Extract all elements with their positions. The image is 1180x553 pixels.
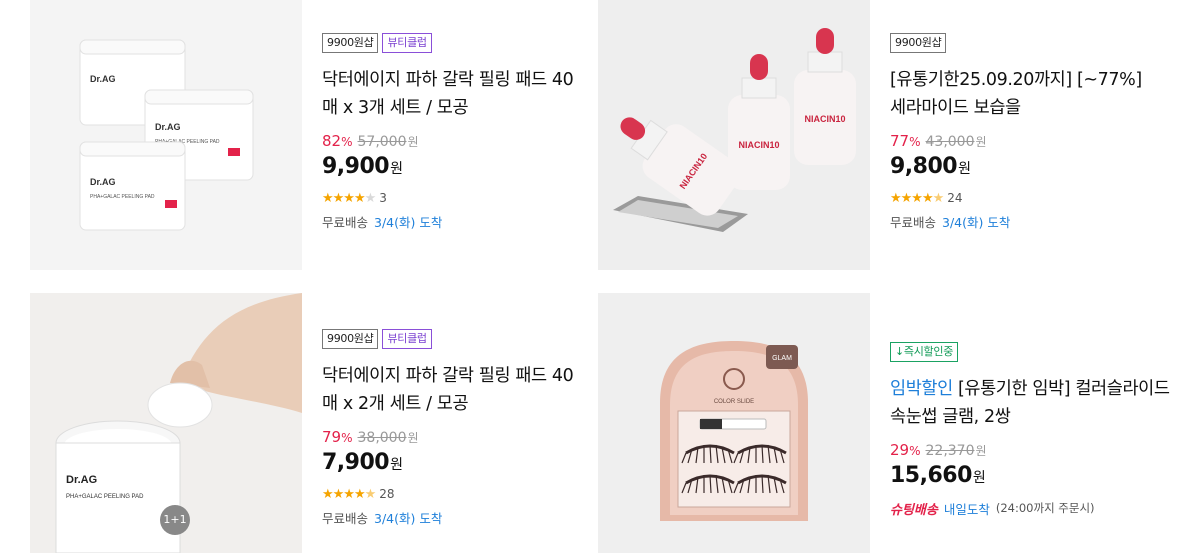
order-cutoff-note: (24:00까지 주문시) (995, 501, 1095, 515)
arrival-date: 3/4(화) 도착 (374, 510, 443, 526)
rating-row: ★★★★★ 3 (322, 190, 582, 206)
discount-row: 77% 43,000 원 (890, 132, 1150, 150)
badge-row: 9900원샵 뷰티클럽 (322, 32, 582, 54)
discount-percent: 77% (890, 132, 921, 150)
original-price-unit: 원 (407, 431, 419, 445)
arrival-date: 내일도착 (943, 501, 990, 517)
svg-text:COLOR SLIDE: COLOR SLIDE (714, 399, 754, 405)
svg-text:PHA+GALAC PEELING PAD: PHA+GALAC PEELING PAD (90, 194, 155, 200)
badge-row: ↓즉시할인중 (890, 341, 1170, 363)
arrival-date: 3/4(화) 도착 (942, 214, 1011, 230)
review-count: 24 (947, 191, 963, 205)
badge-instant-discount[interactable]: ↓즉시할인중 (890, 342, 959, 362)
rocket-delivery-icon: 슈팅배송 (890, 502, 938, 518)
svg-text:PHA+GALAC PEELING PAD: PHA+GALAC PEELING PAD (66, 494, 144, 500)
review-count: 3 (379, 191, 387, 205)
bundle-overlay-badge: 1+1 (160, 505, 190, 535)
original-price: 43,000 (925, 134, 975, 150)
original-price-unit: 원 (975, 135, 987, 149)
discount-percent: 79% (322, 428, 353, 446)
original-price: 38,000 (357, 430, 407, 446)
svg-text:Dr.AG: Dr.AG (155, 122, 181, 132)
rating-row: ★★★★★ 28 (322, 486, 582, 502)
svg-text:NIACIN10: NIACIN10 (804, 114, 845, 124)
product-title[interactable]: 닥터에이지 파하 갈락 필링 패드 40매 x 2개 세트 / 모공 (322, 362, 582, 418)
badge-beauty-club[interactable]: 뷰티클럽 (382, 329, 432, 349)
discount-row: 79% 38,000 원 (322, 428, 582, 446)
sale-price: 9,900원 (322, 154, 403, 179)
badge-9900-shop[interactable]: 9900원샵 (322, 33, 379, 53)
star-rating-icon: ★★★★★ (322, 486, 376, 502)
product-title[interactable]: 임박할인 [유통기한 임박] 컬러슬라이드 속눈썹 글램, 2쌍 (890, 375, 1170, 431)
sale-price: 7,900원 (322, 450, 403, 475)
product-title[interactable]: 닥터에이지 파하 갈락 필링 패드 40매 x 3개 세트 / 모공 (322, 66, 582, 122)
svg-text:NIACIN10: NIACIN10 (738, 140, 779, 150)
shipping-row: 슈팅배송 내일도착 (24:00까지 주문시) (890, 499, 1170, 518)
svg-text:Dr.AG: Dr.AG (90, 177, 116, 187)
product-info: 9900원샵 뷰티클럽 닥터에이지 파하 갈락 필링 패드 40매 x 2개 세… (322, 328, 582, 526)
discount-row: 29% 22,370 원 (890, 441, 1170, 459)
star-rating-icon: ★★★★★ (322, 190, 376, 206)
product-info: 9900원샵 뷰티클럽 닥터에이지 파하 갈락 필링 패드 40매 x 3개 세… (322, 32, 582, 230)
discount-percent: 29% (890, 441, 921, 459)
badge-9900-shop[interactable]: 9900원샵 (322, 329, 379, 349)
discount-percent: 82% (322, 132, 353, 150)
rating-row: ★★★★★ 24 (890, 190, 1150, 206)
original-price-unit: 원 (975, 444, 987, 458)
badge-beauty-club[interactable]: 뷰티클럽 (382, 33, 432, 53)
original-price: 22,370 (925, 443, 975, 459)
product-image[interactable]: Dr.AG PHA+GALAC PEELING PAD 1+1 (30, 293, 302, 553)
sale-price: 9,800원 (890, 154, 971, 179)
original-price-unit: 원 (407, 135, 419, 149)
product-image[interactable]: COLOR SLIDE GLAM (598, 293, 870, 553)
shipping-label: 무료배송 (322, 214, 369, 230)
product-title[interactable]: [유통기한25.09.20까지] [~77%] 세라마이드 보습을 (890, 66, 1150, 122)
star-rating-icon: ★★★★★ (890, 190, 944, 206)
product-info: ↓즉시할인중 임박할인 [유통기한 임박] 컬러슬라이드 속눈썹 글램, 2쌍 … (890, 341, 1170, 518)
review-count: 28 (379, 487, 395, 501)
svg-text:Dr.AG: Dr.AG (90, 74, 116, 84)
shipping-label: 무료배송 (322, 510, 369, 526)
shipping-label: 무료배송 (890, 214, 937, 230)
original-price: 57,000 (357, 134, 407, 150)
svg-text:GLAM: GLAM (772, 355, 792, 362)
product-info: 9900원샵 [유통기한25.09.20까지] [~77%] 세라마이드 보습을… (890, 32, 1150, 230)
shipping-row: 무료배송 3/4(화) 도착 (890, 212, 1150, 230)
badge-row: 9900원샵 (890, 32, 1150, 54)
badge-9900-shop[interactable]: 9900원샵 (890, 33, 947, 53)
shipping-row: 무료배송 3/4(화) 도착 (322, 508, 582, 526)
product-image[interactable]: NIACIN10 NIACIN10 NIACIN10 (598, 0, 870, 270)
product-image[interactable]: Dr.AG Dr.AG PHA+GALAC PEELING PAD Dr.AG … (30, 0, 302, 270)
discount-row: 82% 57,000 원 (322, 132, 582, 150)
sale-price: 15,660원 (890, 463, 986, 488)
svg-text:Dr.AG: Dr.AG (66, 474, 97, 486)
badge-row: 9900원샵 뷰티클럽 (322, 328, 582, 350)
shipping-row: 무료배송 3/4(화) 도착 (322, 212, 582, 230)
arrival-date: 3/4(화) 도착 (374, 214, 443, 230)
title-highlight: 임박할인 (890, 379, 953, 399)
